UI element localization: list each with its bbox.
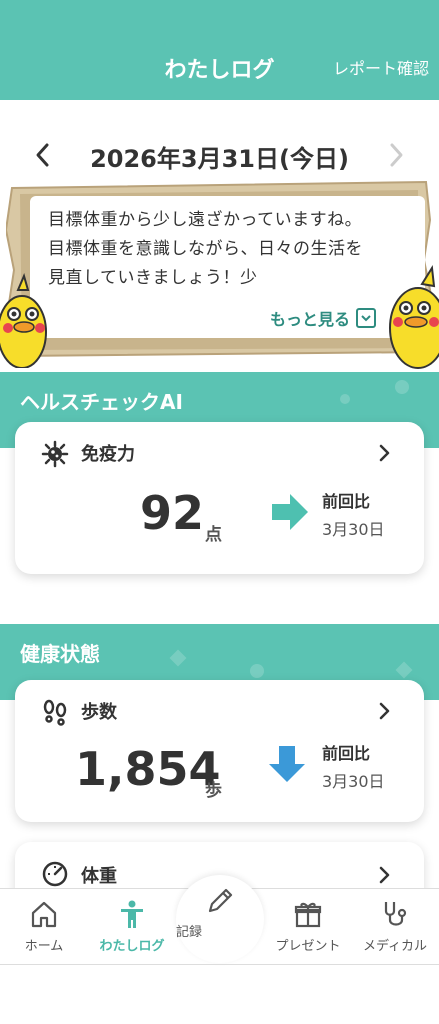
virus-icon — [41, 440, 69, 468]
divider — [0, 964, 439, 965]
person-icon — [121, 900, 143, 928]
immunity-card[interactable]: 免疫力 92 点 前回比 3月30日 — [15, 422, 424, 574]
home-icon — [31, 901, 57, 928]
health-status-title: 健康状態 — [20, 642, 100, 666]
nav-medical-label: メディカル — [362, 939, 428, 954]
steps-card[interactable]: 歩数 1,854 歩 前回比 3月30日 — [15, 680, 424, 822]
chevron-down-icon — [356, 308, 377, 328]
chevron-right-icon — [379, 702, 390, 720]
health-check-title: ヘルスチェックAI — [20, 390, 183, 414]
immunity-unit: 点 — [205, 525, 222, 545]
compare-date: 3月30日 — [322, 772, 385, 791]
steps-count: 1,854 — [75, 742, 221, 796]
nav-present-label: プレゼント — [275, 939, 341, 954]
current-date: 2026年3月31日(今日) — [90, 145, 349, 173]
app-header: わたしログ レポート確認 — [0, 0, 439, 100]
bottom-navigation: ホーム わたしログ 記録 プレゼント メディカル — [0, 875, 439, 964]
mascot-right-icon — [389, 265, 439, 369]
gift-icon — [294, 902, 322, 928]
compare-date: 3月30日 — [322, 520, 385, 539]
compare-label: 前回比 — [322, 744, 371, 763]
report-link[interactable]: レポート確認 — [333, 55, 429, 79]
nav-home[interactable]: ホーム — [0, 899, 88, 954]
nav-medical[interactable]: メディカル — [351, 899, 439, 954]
weight-title: 体重 — [81, 866, 117, 887]
chevron-right-icon — [379, 866, 390, 884]
immunity-score: 92 — [140, 486, 205, 540]
advice-message: 目標体重から少し遠ざかっていますね。目標体重を意識しながら、日々の生活を見直して… — [48, 210, 363, 288]
more-button[interactable]: もっと見る — [270, 306, 377, 330]
compare-label: 前回比 — [322, 492, 371, 511]
steps-unit: 歩 — [205, 781, 222, 801]
footprints-icon — [43, 699, 67, 726]
nav-record-label: 記録 — [176, 925, 203, 940]
mascot-left-icon — [0, 273, 47, 368]
immunity-title: 免疫力 — [81, 444, 135, 465]
arrow-down-icon — [269, 746, 305, 782]
steps-title: 歩数 — [81, 702, 117, 723]
chevron-right-icon — [379, 444, 390, 462]
pencil-icon — [208, 888, 233, 913]
nav-record[interactable]: 記録 — [176, 875, 264, 963]
gauge-icon — [42, 861, 68, 887]
nav-home-label: ホーム — [24, 939, 64, 954]
date-navigation: 2026年3月31日(今日) — [0, 135, 439, 175]
stethoscope-icon — [384, 902, 407, 926]
arrow-right-icon — [272, 494, 308, 530]
more-label: もっと見る — [270, 310, 351, 329]
nav-watashi-log[interactable]: わたしログ — [88, 899, 176, 954]
nav-present[interactable]: プレゼント — [264, 899, 352, 954]
nav-watashi-log-label: わたしログ — [99, 939, 165, 954]
chevron-right-icon — [390, 143, 403, 167]
